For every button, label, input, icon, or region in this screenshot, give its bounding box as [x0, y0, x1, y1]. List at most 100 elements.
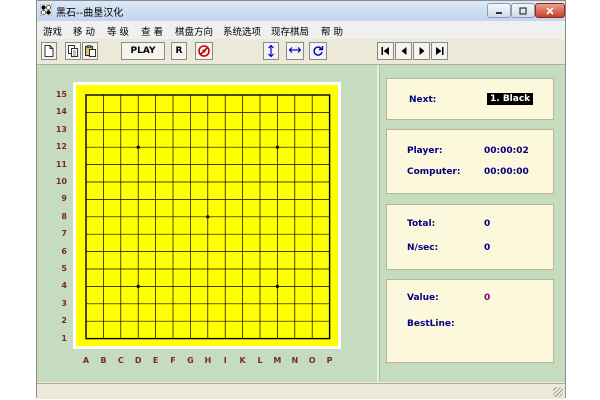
board-frame	[73, 82, 341, 349]
resize-grip-icon[interactable]	[553, 387, 563, 397]
go-prev-icon	[401, 47, 406, 55]
flip-vertical-button[interactable]	[263, 42, 279, 60]
go-first-icon	[381, 47, 389, 55]
value-value: 0	[484, 293, 491, 303]
nsec-label: N/sec:	[407, 243, 439, 253]
maximize-icon	[519, 7, 527, 15]
total-label: Total:	[407, 219, 436, 229]
computer-label: Computer:	[407, 167, 461, 177]
maximize-button[interactable]	[511, 3, 535, 18]
star-point	[136, 145, 140, 149]
row-label: 7	[61, 229, 67, 239]
toolbar: PLAY R	[37, 39, 565, 65]
play-button[interactable]: PLAY	[121, 42, 165, 60]
col-label: O	[308, 356, 316, 365]
go-prev-button[interactable]	[395, 42, 412, 60]
evaluation-panel: Value: 0 BestLine:	[386, 279, 554, 363]
search-stats-panel: Total: 0 N/sec: 0	[386, 204, 554, 270]
row-label: 14	[55, 107, 67, 117]
main-area: 15 14 13 12 11 10 9 8 7 6 5 4 3 2 1 A B C D E F G H I K L MNO P Ne…	[37, 65, 565, 382]
flip-horizontal-icon	[289, 47, 301, 53]
go-next-button[interactable]	[413, 42, 430, 60]
col-label: P	[326, 356, 333, 365]
col-label: C	[117, 356, 124, 365]
menu-saved-games[interactable]: 现存棋局	[271, 24, 309, 38]
rotate-icon	[313, 46, 324, 56]
minimize-icon	[496, 12, 502, 14]
star-point	[206, 215, 210, 219]
copy-icon	[67, 45, 78, 57]
row-label: 10	[55, 177, 67, 186]
menu-help[interactable]: 帮 助	[321, 24, 343, 38]
col-label: M	[273, 356, 282, 365]
stop-icon	[198, 45, 210, 57]
flip-vertical-icon	[268, 45, 274, 57]
board-pane: 15 14 13 12 11 10 9 8 7 6 5 4 3 2 1 A B C D E F G H I K L MNO P	[37, 65, 380, 382]
window-title: 黑石--曲垦汉化	[56, 8, 124, 19]
star-point	[275, 284, 279, 288]
paste-icon	[84, 45, 96, 57]
row-label: 2	[61, 316, 67, 326]
next-value: 1. Black	[487, 93, 534, 105]
menu-bar: 游戏 移 动 等 级 查 看 棋盘方向 系统选项 现存棋局 帮 助	[37, 21, 565, 39]
app-window: 黑石--曲垦汉化 游戏 移 动 等 级 查 看 棋盘方向 系统选项 现存棋局 帮…	[36, 0, 566, 399]
col-label: K	[239, 356, 246, 365]
app-icon	[40, 4, 52, 16]
rotate-button[interactable]	[309, 42, 327, 60]
row-label: 12	[55, 142, 67, 152]
time-panel: Player: 00:00:02 Computer: 00:00:00	[386, 129, 554, 194]
total-value: 0	[484, 219, 491, 229]
go-last-button[interactable]	[431, 42, 448, 60]
row-label: 5	[61, 264, 67, 273]
row-label: 9	[61, 194, 67, 204]
row-label: 1	[61, 333, 67, 343]
row-label: 15	[55, 90, 67, 99]
copy-button[interactable]	[65, 42, 81, 60]
col-label: E	[152, 356, 159, 365]
col-label: L	[257, 356, 263, 365]
col-label: I	[223, 356, 227, 365]
player-label: Player:	[407, 146, 443, 156]
menu-game[interactable]: 游戏	[43, 24, 62, 38]
menu-board-orientation[interactable]: 棋盘方向	[175, 24, 213, 38]
pane-divider[interactable]	[377, 65, 379, 382]
col-label: H	[204, 356, 212, 365]
star-point	[275, 145, 279, 149]
r-button[interactable]: R	[171, 42, 187, 60]
go-next-icon	[419, 47, 424, 55]
nsec-value: 0	[484, 243, 491, 253]
player-time: 00:00:02	[484, 146, 529, 156]
next-label: Next:	[409, 95, 437, 105]
board-grid[interactable]	[76, 85, 338, 346]
computer-time: 00:00:00	[484, 167, 529, 177]
row-label: 11	[55, 159, 67, 169]
col-label: D	[134, 356, 142, 365]
row-label: 6	[61, 246, 67, 256]
bestline-label: BestLine:	[407, 319, 455, 329]
col-label: G	[187, 356, 194, 365]
row-label: 8	[61, 211, 67, 221]
go-board[interactable]	[76, 85, 338, 346]
paste-button[interactable]	[82, 42, 98, 60]
next-move-panel: Next: 1. Black	[386, 78, 554, 120]
row-label: 4	[61, 281, 67, 291]
menu-level[interactable]: 等 级	[107, 24, 129, 38]
go-first-button[interactable]	[377, 42, 394, 60]
flip-horizontal-button[interactable]	[286, 42, 304, 60]
minimize-button[interactable]	[487, 3, 511, 18]
new-document-icon	[44, 45, 54, 57]
col-label: B	[100, 356, 107, 365]
close-button[interactable]	[535, 3, 565, 18]
row-label: 13	[55, 124, 67, 134]
stop-button[interactable]	[195, 42, 213, 60]
value-label: Value:	[407, 293, 439, 303]
star-point	[136, 284, 140, 288]
title-bar[interactable]: 黑石--曲垦汉化	[37, 1, 565, 22]
col-label: F	[170, 356, 176, 365]
new-game-button[interactable]	[41, 42, 57, 60]
menu-view[interactable]: 查 看	[141, 24, 163, 38]
menu-move[interactable]: 移 动	[73, 24, 95, 38]
menu-system-options[interactable]: 系统选项	[223, 24, 261, 38]
close-icon	[546, 7, 554, 15]
col-label: A	[82, 356, 90, 365]
